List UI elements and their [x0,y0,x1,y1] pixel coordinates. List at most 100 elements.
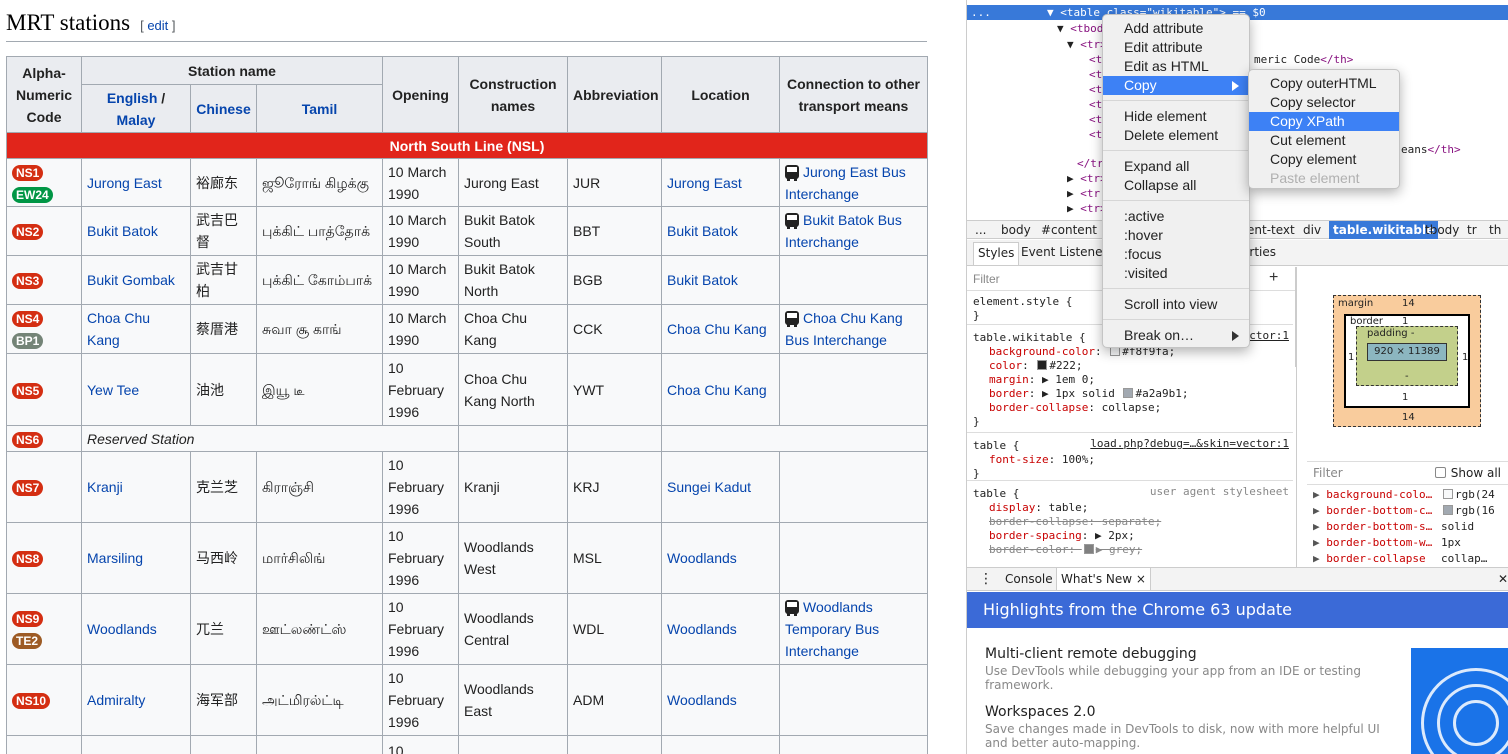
line-code-badge[interactable]: EW24 [12,186,53,203]
css-property[interactable]: font-size: 100%; [973,453,1293,467]
rule-source-link[interactable]: load.php?debug=…&skin=vector:1 [1090,437,1289,451]
chinese-link[interactable]: Chinese [196,101,250,117]
rule-table[interactable]: table {load.php?debug=…&skin=vector:1 fo… [967,437,1293,481]
css-property[interactable]: border-spacing: ▶ 2px; [973,529,1293,543]
context-menu-item[interactable]: :hover [1103,226,1249,245]
context-menu-item[interactable]: Break on… [1103,326,1249,345]
context-menu-item[interactable]: Edit attribute [1103,38,1249,57]
station-location-link[interactable]: Choa Chu Kang [667,382,767,398]
dom-more-icon[interactable]: ... [971,5,991,20]
edit-link[interactable]: edit [147,18,168,33]
context-menu-item[interactable]: Edit as HTML [1103,57,1249,76]
line-code-badge[interactable]: NS4 [12,311,44,327]
close-tab-icon[interactable]: × [1136,572,1146,586]
transport-connection-link[interactable]: Jurong East Bus Interchange [785,164,906,202]
station-english-name-link[interactable]: Admiralty [87,692,145,708]
css-property[interactable]: margin: ▶ 1em 0; [973,373,1293,387]
css-property[interactable]: display: table; [973,501,1293,515]
station-english-name-link[interactable]: Marsiling [87,550,143,566]
transport-connection-link[interactable]: Woodlands Temporary Bus Interchange [785,599,879,659]
line-code-badge[interactable]: NS7 [12,480,44,496]
station-english-name-link[interactable]: Choa Chu Kang [87,310,150,348]
computed-property[interactable]: ▶ border-collapse collap… [1313,551,1487,567]
color-swatch-icon[interactable] [1123,388,1134,398]
station-location-link[interactable]: Woodlands [667,692,737,708]
station-english-name-link[interactable]: Woodlands [87,621,157,637]
tab-whats-new[interactable]: What's New × [1056,568,1151,590]
station-english-name-link[interactable]: Yew Tee [87,382,139,398]
breadcrumb-item[interactable]: tbody [1425,221,1459,239]
line-code-badge[interactable]: NS6 [12,431,44,448]
station-location-link[interactable]: Woodlands [667,621,737,637]
station-location-link[interactable]: Choa Chu Kang [667,321,767,337]
css-property[interactable]: border-collapse: separate; [973,515,1293,529]
breadcrumb-item[interactable]: th [1489,221,1501,239]
context-menu-item[interactable]: Hide element [1103,107,1249,126]
css-property[interactable]: border-color: ▶ grey; [973,543,1293,557]
drawer-menu-icon[interactable]: ⋮ [979,568,993,590]
context-menu-item[interactable]: Delete element [1103,126,1249,145]
color-swatch-icon[interactable] [1083,544,1094,554]
line-code-badge[interactable]: NS8 [12,551,44,567]
copy-submenu-item[interactable]: Copy outerHTML [1249,74,1399,93]
add-rule-icon[interactable]: + [1269,267,1278,290]
english-link[interactable]: English [107,90,158,106]
rule-user-agent[interactable]: table {user agent stylesheet display: ta… [967,485,1293,567]
breadcrumb-item[interactable]: ... [975,221,986,239]
copy-submenu-item[interactable]: Copy XPath [1249,112,1399,131]
station-english-name-link[interactable]: Kranji [87,479,123,495]
context-menu-item[interactable]: Expand all [1103,157,1249,176]
transport-connection-link[interactable]: Bukit Batok Bus Interchange [785,212,902,250]
copy-submenu-item[interactable]: Cut element [1249,131,1399,150]
css-property[interactable]: color: #222; [973,359,1293,373]
station-english-name-link[interactable]: Jurong East [87,175,162,191]
tamil-link[interactable]: Tamil [302,101,338,117]
station-english-name-link[interactable]: Bukit Gombak [87,272,175,288]
breadcrumb-item[interactable]: tr [1467,221,1477,239]
computed-property[interactable]: ▶ border-bottom-w… 1px [1313,535,1461,551]
copy-submenu-item[interactable]: Copy element [1249,150,1399,169]
css-property[interactable]: border: ▶ 1px solid #a2a9b1; [973,387,1293,401]
breadcrumb-item[interactable]: #content [1041,221,1097,239]
line-code-badge[interactable]: NS3 [12,273,44,289]
tab-event-listeners[interactable]: Event Listeners [1021,245,1114,259]
line-code-badge[interactable]: NS2 [12,224,44,240]
computed-filter-input[interactable]: Filter Show all [1307,461,1508,485]
line-code-badge[interactable]: NS5 [12,382,44,399]
breadcrumb-item[interactable]: table.wikitable [1329,221,1439,239]
context-menu-item[interactable]: Add attribute [1103,19,1249,38]
styles-scrollbar[interactable] [1295,267,1296,367]
css-property[interactable]: border-collapse: collapse; [973,401,1293,415]
station-location-link[interactable]: Woodlands [667,550,737,566]
station-english-name-link[interactable]: Bukit Batok [87,223,158,239]
station-location-link[interactable]: Bukit Batok [667,272,738,288]
breadcrumb-item[interactable]: div [1303,221,1321,239]
tab-styles[interactable]: Styles [973,242,1020,265]
line-code-badge[interactable]: NS9 [12,611,44,627]
close-drawer-icon[interactable]: ✕ [1498,568,1508,590]
station-location-link[interactable]: Sungei Kadut [667,479,751,495]
line-code-badge[interactable]: TE2 [12,633,43,649]
breadcrumb-item[interactable]: body [1001,221,1031,239]
breadcrumb-item[interactable]: ent-text [1247,221,1295,239]
computed-property[interactable]: ▶ border-bottom-c… rgb(16 [1313,503,1495,519]
tab-console[interactable]: Console [1005,568,1053,590]
whats-new-item[interactable]: Multi-client remote debugging Use DevToo… [985,646,1385,692]
line-code-badge[interactable]: NS1 [12,164,44,181]
context-menu-item[interactable]: Copy [1103,76,1249,95]
malay-link[interactable]: Malay [117,112,156,128]
context-menu-item[interactable]: :focus [1103,245,1249,264]
computed-property[interactable]: ▶ border-bottom-s… solid [1313,519,1474,535]
context-menu-item[interactable]: :visited [1103,264,1249,283]
computed-property[interactable]: ▶ background-colo… rgb(24 [1313,487,1495,503]
color-swatch-icon[interactable] [1037,360,1048,370]
context-menu-item[interactable]: :active [1103,207,1249,226]
context-menu-item[interactable]: Scroll into view [1103,295,1249,314]
show-all-checkbox[interactable]: Show all [1434,462,1501,484]
station-location-link[interactable]: Jurong East [667,175,742,191]
whats-new-item[interactable]: Workspaces 2.0 Save changes made in DevT… [985,704,1385,750]
line-code-badge[interactable]: BP1 [12,333,44,349]
station-location-link[interactable]: Bukit Batok [667,223,738,239]
transport-connection-link[interactable]: Choa Chu Kang Bus Interchange [785,310,903,348]
copy-submenu-item[interactable]: Copy selector [1249,93,1399,112]
